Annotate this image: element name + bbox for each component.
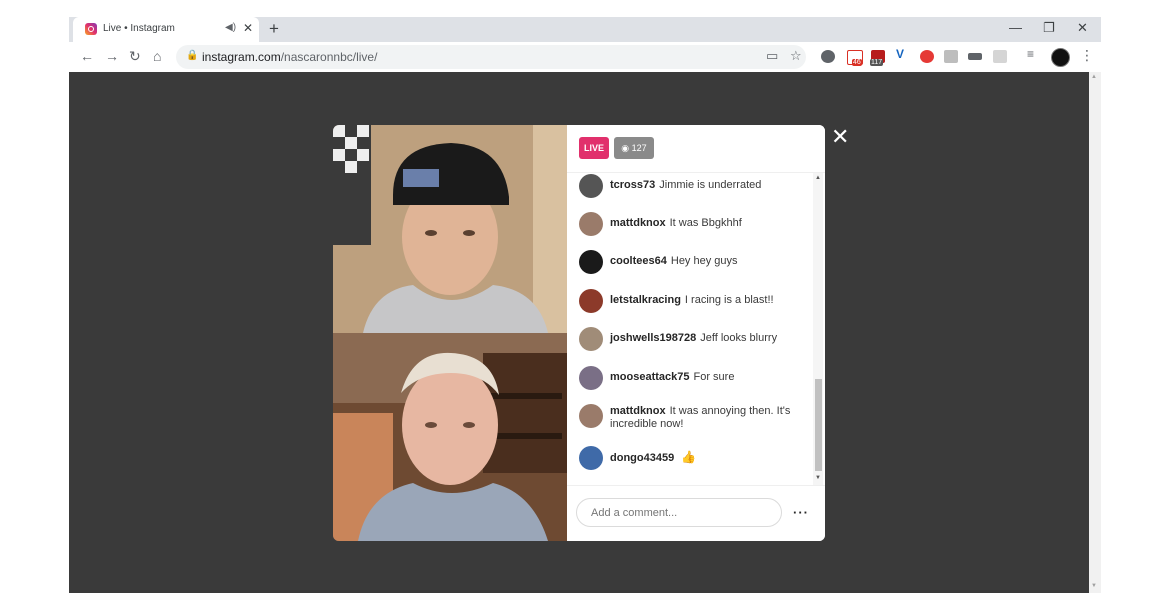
browser-tab[interactable]: Live • Instagram ◀) ✕ (73, 17, 259, 42)
profile-avatar[interactable] (1051, 48, 1070, 67)
reload-icon[interactable]: ↻ (129, 48, 141, 65)
comment-username[interactable]: tcross73 (610, 179, 655, 191)
tab-close-icon[interactable]: ✕ (243, 21, 253, 35)
comment-username[interactable]: mattdknox (610, 405, 666, 417)
scroll-up-icon[interactable]: ▲ (1091, 74, 1097, 80)
media-icon[interactable]: ≡ (1027, 47, 1041, 61)
video-feed-top (333, 125, 567, 333)
calendar-badge: 117 (870, 59, 884, 66)
comment-username[interactable]: letstalkracing (610, 294, 681, 306)
tab-strip: Live • Instagram ◀) ✕ + — ❐ ✕ (69, 17, 1101, 42)
close-icon[interactable]: ✕ (831, 124, 849, 150)
avatar[interactable] (579, 250, 603, 274)
avatar[interactable] (579, 174, 603, 198)
gmail-badge: 46 (852, 59, 862, 66)
comment-username[interactable]: mattdknox (610, 217, 666, 229)
extension-icon[interactable] (993, 50, 1007, 63)
comment-username[interactable]: dongo43459 (610, 452, 674, 464)
url-domain: instagram.com (202, 50, 281, 64)
scroll-down-icon[interactable]: ▼ (815, 475, 821, 481)
live-badge: LIVE (579, 137, 609, 159)
live-sidebar: LIVE ◉ 127 tcross73 Jimmie is underrated … (567, 125, 825, 541)
star-icon[interactable]: ☆ (790, 48, 802, 64)
divider (567, 485, 825, 486)
avatar[interactable] (579, 404, 603, 428)
comment-list[interactable]: tcross73 Jimmie is underrated mattdknox It… (567, 173, 813, 485)
back-icon[interactable]: ← (80, 48, 94, 64)
forward-icon[interactable]: → (105, 48, 119, 64)
extension-icon[interactable] (920, 50, 934, 63)
tab-title: Live • Instagram (103, 23, 175, 34)
comment-text: I racing is a blast!! (684, 294, 774, 306)
url-text[interactable]: instagram.com/nascaronnbc/live/ (202, 50, 377, 64)
extension-icon[interactable] (968, 53, 982, 60)
viewer-count: 127 (631, 143, 647, 153)
cast-icon[interactable]: ▭ (766, 48, 778, 64)
mail-extension-icon[interactable] (944, 50, 958, 63)
v-extension-icon[interactable]: V (896, 47, 910, 61)
avatar[interactable] (579, 327, 603, 351)
instagram-icon (85, 23, 97, 35)
video-frame-top (333, 125, 567, 333)
comment-text: Jimmie is underrated (659, 179, 762, 191)
scroll-down-icon[interactable]: ▼ (1091, 583, 1097, 589)
live-modal: LIVE ◉ 127 tcross73 Jimmie is underrated … (333, 125, 825, 541)
comment-scrollbar[interactable]: ▲ ▼ (813, 173, 823, 485)
viewer-count-badge: ◉ 127 (614, 137, 654, 159)
avatar[interactable] (579, 366, 603, 390)
avatar[interactable] (579, 446, 603, 470)
comment-text: It was Bbgkhhf (669, 217, 742, 229)
audio-icon[interactable]: ◀) (225, 22, 236, 33)
home-icon[interactable]: ⌂ (153, 48, 161, 64)
scroll-up-icon[interactable]: ▲ (815, 175, 821, 181)
menu-icon[interactable]: ⋮ (1080, 47, 1094, 64)
browser-window: Live • Instagram ◀) ✕ + — ❐ ✕ ← → ↻ ⌂ 🔒 … (69, 17, 1101, 593)
extension-icon[interactable] (821, 50, 835, 63)
toolbar: ← → ↻ ⌂ 🔒 instagram.com/nascaronnbc/live… (69, 42, 1101, 72)
video-frame-bottom (333, 333, 567, 541)
more-options-icon[interactable]: ··· (793, 505, 809, 520)
video-feed-bottom (333, 333, 567, 541)
comment-text: Hey hey guys (670, 255, 738, 267)
url-path: /nascaronnbc/live/ (280, 50, 378, 64)
minimize-icon[interactable]: — (1009, 20, 1022, 35)
comment-text: Jeff looks blurry (700, 332, 778, 344)
avatar[interactable] (579, 212, 603, 236)
page-viewport: ✕ LIVE ◉ 127 tcross73 Jimmie is underrat… (69, 72, 1089, 593)
comment-username[interactable]: mooseattack75 (610, 371, 690, 383)
eye-icon: ◉ (621, 143, 630, 153)
comment-input[interactable] (576, 498, 782, 527)
comment-username[interactable]: joshwells198728 (610, 332, 696, 344)
page-scrollbar[interactable]: ▲ ▼ (1089, 72, 1101, 593)
new-tab-icon[interactable]: + (269, 19, 279, 39)
comment-text: For sure (693, 371, 735, 383)
close-icon[interactable]: ✕ (1077, 20, 1088, 36)
restore-icon[interactable]: ❐ (1043, 20, 1055, 36)
lock-icon[interactable]: 🔒 (186, 50, 198, 61)
thumbs-up-icon: 👍 (681, 450, 697, 464)
address-bar[interactable]: 🔒 instagram.com/nascaronnbc/live/ ▭ ☆ (176, 45, 806, 69)
scrollbar-thumb[interactable] (815, 379, 822, 471)
avatar[interactable] (579, 289, 603, 313)
comment-username[interactable]: cooltees64 (610, 255, 667, 267)
